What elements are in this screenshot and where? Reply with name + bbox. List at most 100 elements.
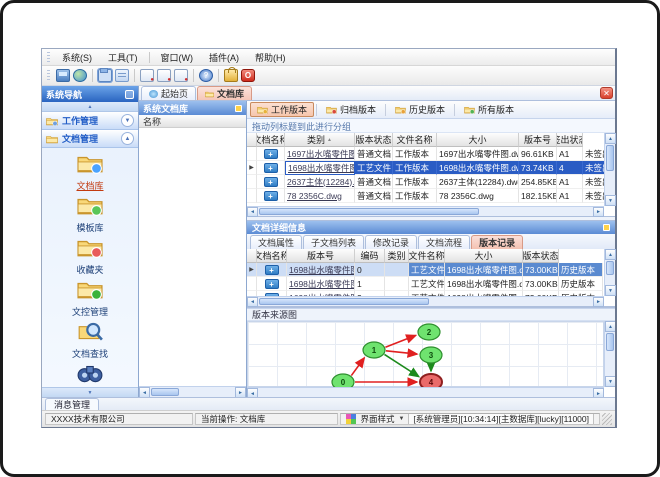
detail-tab-1[interactable]: 子文档列表 — [303, 235, 365, 249]
column-header-1[interactable]: 类别 ▲ — [285, 133, 355, 147]
sidebar-item-3[interactable]: 文控管理 — [42, 278, 138, 318]
tree-hscrollbar[interactable]: ◄ ► — [139, 386, 246, 398]
version-table-hscrollbar[interactable]: ◄ ► — [247, 296, 604, 307]
sidebar-item-5[interactable]: 文件夹查找 — [42, 362, 138, 387]
document-table-vscrollbar[interactable]: ▲ ▼ — [604, 133, 616, 206]
column-header-5[interactable]: 版本号 — [519, 133, 557, 147]
cell: 未签出 — [583, 161, 604, 175]
scroll-up-icon[interactable]: ▲ — [605, 321, 615, 332]
table-row[interactable]: ▶+1698出水嘴零件图.dwg0工艺文件1698出水嘴零件图.dwg73.00… — [247, 263, 604, 277]
graph-hscrollbar[interactable]: ◄ ► — [247, 387, 604, 397]
scroll-thumb[interactable] — [259, 298, 429, 305]
detail-panel-title: 文档详细信息 — [252, 223, 307, 233]
resize-grip[interactable] — [602, 413, 612, 425]
table-row[interactable]: +78 2356C.dwg 普通文档 工作版本 78 2356C.dwg 182.15K… — [247, 189, 604, 203]
tab-start-page[interactable]: 起始页 — [141, 86, 197, 100]
scroll-down-icon[interactable]: ▼ — [605, 376, 615, 387]
scroll-thumb[interactable] — [259, 208, 479, 215]
menu-item-4[interactable]: 帮助(H) — [248, 50, 293, 65]
ui-style-icon[interactable] — [346, 414, 357, 424]
column-header-4[interactable]: 文件名称 — [409, 249, 445, 263]
column-header-6[interactable]: 签出状态 — [557, 133, 583, 147]
table-row[interactable]: +1698出水嘴零件图.dwg1工艺文件1698出水嘴零件图.dwg73.00K… — [247, 277, 604, 291]
sidebar-pin-icon[interactable] — [125, 89, 134, 99]
lock-icon[interactable] — [224, 67, 238, 82]
doc-new-icon[interactable] — [140, 69, 154, 83]
sidebar-item-1[interactable]: 模板库 — [42, 194, 138, 234]
scroll-left-icon[interactable]: ◄ — [247, 207, 258, 217]
doc-edit-icon[interactable] — [157, 69, 171, 83]
column-header-5[interactable]: 大小 — [445, 249, 523, 263]
scroll-right-icon[interactable]: ► — [593, 207, 604, 217]
main-area: 起始页 文档库 ✕ 系统文档库 名称 ◄ ► 工作版本 归档版本 历史版本 所有… — [139, 86, 616, 398]
chevron-down-icon[interactable]: ▼ — [121, 114, 134, 127]
scroll-thumb[interactable] — [606, 333, 614, 351]
chevron-up-icon[interactable]: ▲ — [121, 132, 134, 145]
menu-item-2[interactable]: 窗口(W) — [154, 50, 201, 65]
menu-item-0[interactable]: 系统(S) — [55, 50, 99, 65]
column-header-3[interactable]: 类别 — [385, 249, 409, 263]
scroll-left-icon[interactable]: ◄ — [247, 297, 258, 307]
menu-item-1[interactable]: 工具(T) — [101, 50, 145, 65]
screen-icon[interactable] — [56, 69, 70, 82]
exit-icon[interactable]: O — [241, 69, 255, 82]
scroll-down-icon[interactable]: ▼ — [605, 285, 616, 296]
scroll-up-icon[interactable]: ▲ — [605, 133, 616, 144]
doc-close-icon[interactable] — [174, 69, 188, 83]
dropdown-caret-icon[interactable]: ▼ — [398, 416, 404, 422]
version-table: 文档名称版本号编码类别文件名称大小版本状态▶+1698出水嘴零件图.dwg0工艺… — [247, 249, 616, 307]
sidebar-item-4[interactable]: 文档查找 — [42, 320, 138, 360]
close-icon[interactable]: ✕ — [600, 87, 613, 99]
sidebar-section-document[interactable]: 文档管理 ▲ — [42, 130, 138, 148]
version-button-2[interactable]: 历史版本 — [388, 102, 452, 117]
scroll-right-icon[interactable]: ► — [593, 388, 604, 397]
version-button-1[interactable]: 归档版本 — [319, 102, 383, 117]
graph-node-1[interactable]: 1 — [362, 341, 386, 359]
column-header-0[interactable]: 文档名称 — [257, 133, 285, 147]
folder-open-icon[interactable] — [97, 68, 113, 83]
column-header-0[interactable]: 文档名称 — [257, 249, 287, 263]
ui-style-label[interactable]: 界面样式 — [360, 414, 394, 424]
detail-tab-3[interactable]: 文档流程 — [418, 235, 471, 249]
sidebar-scroll-down[interactable]: ▼ — [42, 387, 138, 397]
scroll-left-icon[interactable]: ◄ — [247, 388, 258, 397]
detail-tab-2[interactable]: 修改记录 — [365, 235, 418, 249]
version-table-vscrollbar[interactable]: ▲ ▼ — [604, 249, 616, 296]
tab-document-library[interactable]: 文档库 — [197, 86, 253, 100]
table-row[interactable]: ▶+1698出水嘴零件图.dwg工艺文件工作版本1698出水嘴零件图.dwg73… — [247, 161, 604, 175]
help-icon[interactable]: ? — [199, 69, 213, 82]
column-header-1[interactable]: 版本号 — [287, 249, 355, 263]
version-button-0[interactable]: 工作版本 — [250, 102, 315, 117]
tree-column-header[interactable]: 名称 — [139, 115, 246, 128]
scroll-right-icon[interactable]: ► — [593, 297, 604, 307]
graph-vscrollbar[interactable]: ▲ ▼ — [604, 321, 615, 387]
scroll-thumb[interactable] — [606, 261, 614, 275]
pin-icon[interactable] — [235, 104, 242, 112]
detail-tab-0[interactable]: 文档属性 — [250, 235, 303, 249]
sidebar-item-2[interactable]: 收藏夹 — [42, 236, 138, 276]
pin-icon[interactable] — [603, 224, 610, 231]
schedule-table-icon[interactable] — [115, 69, 129, 82]
detail-tab-4[interactable]: 版本记录 — [471, 235, 524, 249]
scroll-up-icon[interactable]: ▲ — [605, 249, 616, 260]
menu-item-3[interactable]: 插件(A) — [202, 50, 246, 65]
scroll-thumb[interactable] — [606, 145, 614, 171]
scroll-thumb[interactable] — [151, 388, 179, 396]
table-row[interactable]: +1697出水嘴零件图.dwg普通文档工作版本1697出水嘴零件图.dwg96.… — [247, 147, 604, 161]
column-header-3[interactable]: 文件名称 — [393, 133, 437, 147]
sidebar-item-0[interactable]: 文档库 — [42, 152, 138, 192]
column-header-2[interactable]: 编码 — [355, 249, 385, 263]
column-header-4[interactable]: 大小 — [437, 133, 519, 147]
column-header-6[interactable]: 版本状态 — [523, 249, 559, 263]
document-table-hscrollbar[interactable]: ◄ ► — [247, 206, 604, 217]
table-row[interactable]: +2637主体(12284).dwg普通文档工作版本2637主体(12284).… — [247, 175, 604, 189]
version-button-3[interactable]: 所有版本 — [457, 102, 521, 117]
graph-node-2[interactable]: 2 — [417, 323, 441, 341]
sidebar-section-work[interactable]: 工作管理 ▼ — [42, 112, 138, 130]
column-header-2[interactable]: 版本状态 — [355, 133, 393, 147]
graph-node-3[interactable]: 3 — [419, 346, 443, 364]
globe-icon[interactable] — [73, 69, 87, 82]
tab-message-management[interactable]: 消息管理 — [45, 398, 100, 410]
sidebar-scroll-up[interactable]: ▲ — [42, 102, 138, 112]
scroll-down-icon[interactable]: ▼ — [605, 195, 616, 206]
